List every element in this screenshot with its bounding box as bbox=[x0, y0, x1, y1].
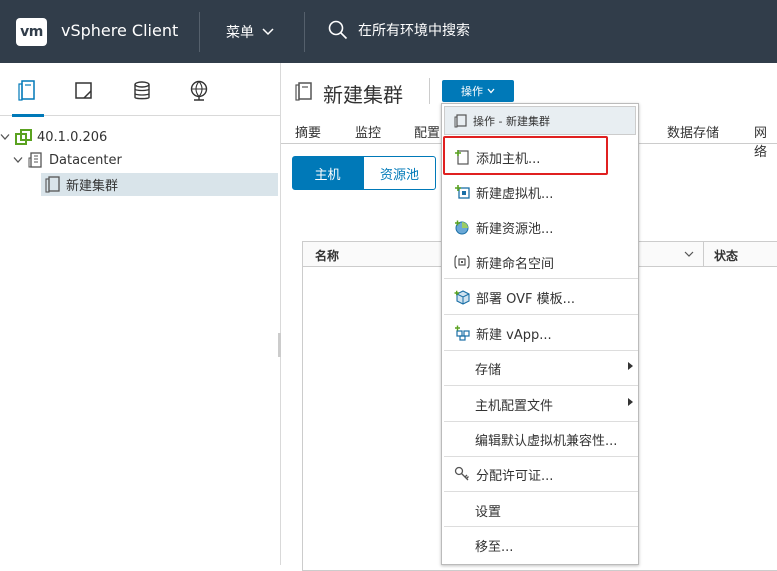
menu-item-new-namespace[interactable]: 新建命名空间 bbox=[442, 244, 638, 279]
menu-item-host-profiles[interactable]: 主机配置文件 bbox=[442, 386, 638, 421]
cluster-icon bbox=[295, 82, 312, 101]
menu-item-deploy-ovf[interactable]: 部署 OVF 模板... bbox=[442, 279, 638, 314]
vcenter-icon bbox=[15, 128, 32, 145]
search-icon bbox=[328, 20, 348, 40]
vms-templates-icon bbox=[75, 82, 92, 99]
submenu-arrow-icon bbox=[628, 362, 633, 370]
menu-item-label: 主机配置文件 bbox=[475, 399, 554, 414]
search-label: 在所有环境中搜索 bbox=[358, 23, 470, 39]
chevron-down-icon[interactable] bbox=[0, 133, 10, 141]
new-namespace-icon bbox=[454, 255, 470, 269]
header-divider bbox=[304, 12, 305, 52]
vmware-logo: vm bbox=[16, 18, 47, 46]
tab-monitor[interactable]: 监控 bbox=[355, 122, 381, 141]
new-vapp-icon bbox=[455, 325, 470, 341]
top-header: vm vSphere Client 菜单 在所有环境中搜索 bbox=[0, 0, 777, 63]
submenu-arrow-icon bbox=[628, 398, 633, 406]
tree-label: 新建集群 bbox=[66, 178, 119, 194]
tree-label: Datacenter bbox=[49, 152, 122, 168]
storage-tab[interactable] bbox=[130, 79, 154, 103]
cluster-icon bbox=[45, 175, 60, 193]
deploy-ovf-icon bbox=[454, 290, 470, 305]
tree-item-vcenter[interactable]: 40.1.0.206 bbox=[0, 126, 107, 148]
menu-item-label: 新建命名空间 bbox=[476, 257, 555, 272]
chevron-down-icon bbox=[487, 88, 495, 94]
tab-datastores[interactable]: 数据存储 bbox=[667, 122, 719, 141]
segment-resource-pools[interactable]: 资源池 bbox=[363, 156, 436, 190]
tab-configure[interactable]: 配置 bbox=[414, 122, 440, 141]
tab-networks[interactable]: 网络 bbox=[754, 122, 777, 160]
chevron-down-icon bbox=[262, 28, 274, 36]
vms-templates-tab[interactable] bbox=[72, 79, 96, 103]
actions-label: 操作 bbox=[461, 85, 483, 98]
cluster-icon bbox=[454, 113, 467, 127]
menu-item-assign-license[interactable]: 分配许可证... bbox=[442, 456, 638, 491]
column-header-status[interactable]: 状态 bbox=[714, 247, 738, 264]
menu-item-new-vapp[interactable]: 新建 vApp... bbox=[442, 315, 638, 350]
menu-item-edit-vm-compatibility[interactable]: 编辑默认虚拟机兼容性... bbox=[442, 421, 638, 456]
column-header-name[interactable]: 名称 bbox=[315, 247, 339, 264]
networking-tab[interactable] bbox=[187, 79, 211, 103]
menu-label: 菜单 bbox=[226, 25, 254, 41]
hosts-clusters-icon bbox=[18, 80, 35, 101]
menu-item-label: 分配许可证... bbox=[476, 469, 554, 484]
storage-icon bbox=[134, 81, 150, 100]
menu-item-new-resource-pool[interactable]: 新建资源池... bbox=[442, 209, 638, 244]
app-title: vSphere Client bbox=[61, 21, 179, 40]
tree-item-datacenter[interactable]: Datacenter bbox=[13, 149, 122, 171]
page-title: 新建集群 bbox=[323, 83, 403, 107]
hosts-clusters-tab[interactable] bbox=[12, 79, 44, 117]
tree-item-cluster[interactable]: 新建集群 bbox=[45, 173, 118, 195]
title-divider bbox=[429, 78, 430, 104]
datacenter-icon bbox=[28, 152, 42, 168]
networking-icon bbox=[190, 80, 208, 101]
annotation-highlight-box bbox=[443, 136, 608, 175]
menu-item-label: 编辑默认虚拟机兼容性... bbox=[475, 434, 618, 449]
new-vm-icon bbox=[455, 185, 470, 199]
menu-item-label: 新建虚拟机... bbox=[476, 187, 554, 202]
menu-button[interactable]: 菜单 bbox=[226, 22, 274, 42]
column-divider bbox=[703, 242, 704, 267]
menu-item-label: 新建 vApp... bbox=[476, 328, 552, 343]
menu-item-label: 新建资源池... bbox=[476, 222, 554, 237]
license-icon bbox=[454, 466, 469, 481]
chevron-down-icon[interactable] bbox=[13, 156, 23, 164]
chevron-down-icon[interactable] bbox=[684, 251, 694, 258]
menu-item-label: 移至... bbox=[475, 540, 514, 555]
navigator-tabs bbox=[0, 63, 281, 117]
menu-item-label: 存储 bbox=[475, 363, 502, 378]
menu-item-label: 设置 bbox=[475, 505, 502, 520]
tab-summary[interactable]: 摘要 bbox=[295, 122, 321, 141]
dropdown-header-label: 操作 - 新建集群 bbox=[473, 114, 550, 128]
header-divider bbox=[199, 12, 200, 52]
tree-label: 40.1.0.206 bbox=[37, 129, 108, 145]
global-search[interactable]: 在所有环境中搜索 bbox=[328, 20, 470, 40]
menu-item-label: 部署 OVF 模板... bbox=[476, 292, 576, 307]
new-resource-pool-icon bbox=[455, 220, 469, 235]
pane-splitter[interactable] bbox=[278, 333, 281, 357]
menu-item-storage[interactable]: 存储 bbox=[442, 350, 638, 385]
segment-hosts[interactable]: 主机 bbox=[292, 156, 363, 190]
actions-button[interactable]: 操作 bbox=[442, 80, 514, 102]
menu-item-new-vm[interactable]: 新建虚拟机... bbox=[442, 174, 638, 209]
menu-item-move-to[interactable]: 移至... bbox=[442, 527, 638, 562]
menu-item-settings[interactable]: 设置 bbox=[442, 492, 638, 527]
dropdown-header: 操作 - 新建集群 bbox=[444, 106, 636, 135]
